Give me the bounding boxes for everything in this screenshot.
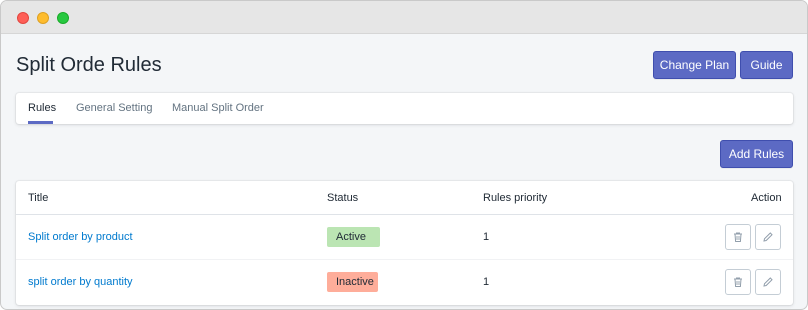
edit-rule-button[interactable] [755, 269, 781, 295]
minimize-window-button[interactable] [37, 12, 49, 24]
tab-bar: Rules General Setting Manual Split Order [16, 93, 793, 124]
add-rules-button[interactable]: Add Rules [720, 140, 793, 168]
column-header-priority: Rules priority [483, 192, 548, 204]
table-row: split order by quantity Inactive 1 [16, 260, 793, 305]
change-plan-button[interactable]: Change Plan [653, 51, 736, 79]
status-badge: Active [327, 227, 380, 247]
maximize-window-button[interactable] [57, 12, 69, 24]
column-header-action: Action [751, 192, 782, 204]
tab-general-setting[interactable]: General Setting [76, 102, 152, 114]
trash-icon [734, 232, 742, 242]
page-title: Split Orde Rules [16, 54, 162, 76]
rule-priority: 1 [483, 231, 490, 243]
status-badge: Inactive [327, 272, 378, 292]
close-window-button[interactable] [17, 12, 29, 24]
table-row: Split order by product Active 1 [16, 215, 793, 260]
delete-rule-button[interactable] [725, 224, 751, 250]
guide-button[interactable]: Guide [740, 51, 793, 79]
delete-rule-button[interactable] [725, 269, 751, 295]
column-header-status: Status [327, 192, 359, 204]
tab-rules[interactable]: Rules [28, 102, 56, 114]
active-tab-indicator [28, 121, 53, 124]
trash-icon [734, 277, 742, 287]
title-bar [1, 1, 807, 34]
rule-title-link[interactable]: Split order by product [28, 231, 133, 243]
rule-priority: 1 [483, 276, 490, 288]
pencil-icon [763, 232, 773, 242]
tab-manual-split-order[interactable]: Manual Split Order [172, 102, 264, 114]
column-header-title: Title [28, 192, 49, 204]
rule-title-link[interactable]: split order by quantity [28, 276, 133, 288]
rules-table: Title Status Rules priority Action Split… [16, 181, 793, 305]
edit-rule-button[interactable] [755, 224, 781, 250]
app-window: Split Orde Rules Change Plan Guide Rules… [0, 0, 808, 310]
pencil-icon [763, 277, 773, 287]
